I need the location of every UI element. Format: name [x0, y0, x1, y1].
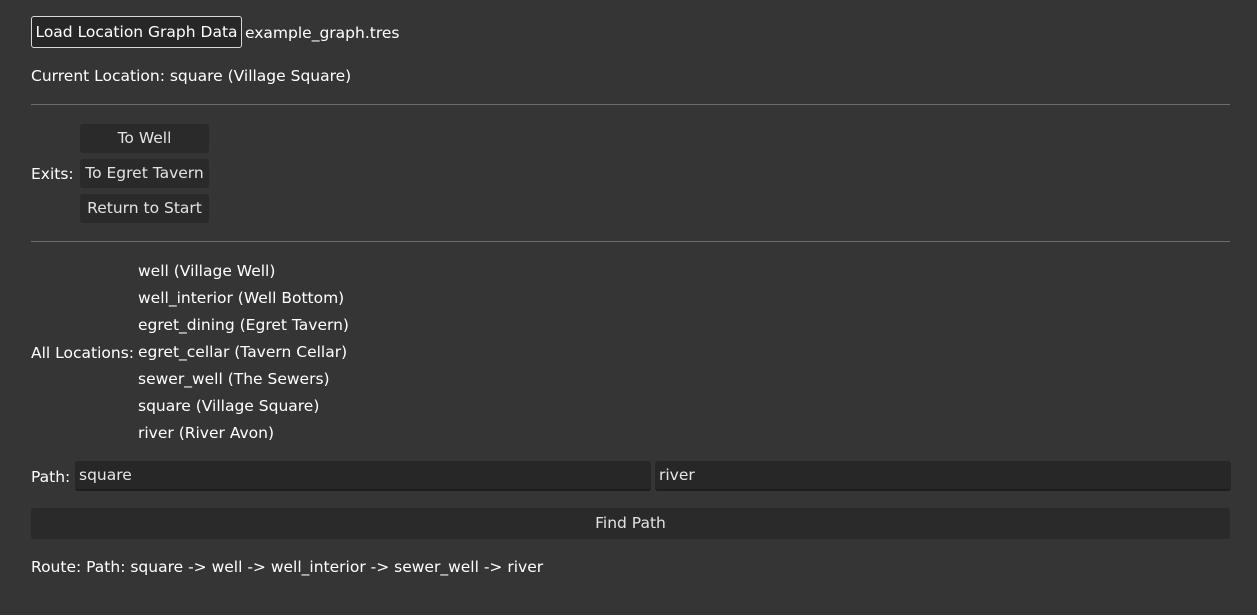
location-item: well (Village Well): [138, 262, 276, 280]
location-item: egret_dining (Egret Tavern): [138, 316, 349, 334]
location-item: well_interior (Well Bottom): [138, 289, 345, 307]
location-item: sewer_well (The Sewers): [138, 370, 330, 388]
load-location-graph-button[interactable]: Load Location Graph Data: [31, 16, 242, 48]
separator: [31, 104, 1230, 105]
all-locations-label: All Locations:: [31, 344, 134, 362]
loaded-file-name: example_graph.tres: [245, 24, 400, 42]
current-location-label: Current Location: square (Village Square…: [31, 67, 352, 85]
route-result-label: Route: Path: square -> well -> well_inte…: [31, 558, 544, 576]
find-path-button[interactable]: Find Path: [31, 508, 1230, 539]
separator: [31, 241, 1230, 242]
exit-button-to-egret-tavern[interactable]: To Egret Tavern: [80, 159, 209, 188]
location-list: well (Village Well) well_interior (Well …: [138, 258, 349, 447]
exits-label: Exits:: [31, 165, 74, 183]
location-item: square (Village Square): [138, 397, 320, 415]
path-label: Path:: [31, 468, 71, 486]
location-item: egret_cellar (Tavern Cellar): [138, 343, 348, 361]
location-item: river (River Avon): [138, 424, 275, 442]
path-from-input[interactable]: [75, 461, 651, 491]
exit-button-return-to-start[interactable]: Return to Start: [80, 194, 209, 223]
path-to-input[interactable]: [655, 461, 1231, 491]
exit-button-to-well[interactable]: To Well: [80, 124, 209, 153]
